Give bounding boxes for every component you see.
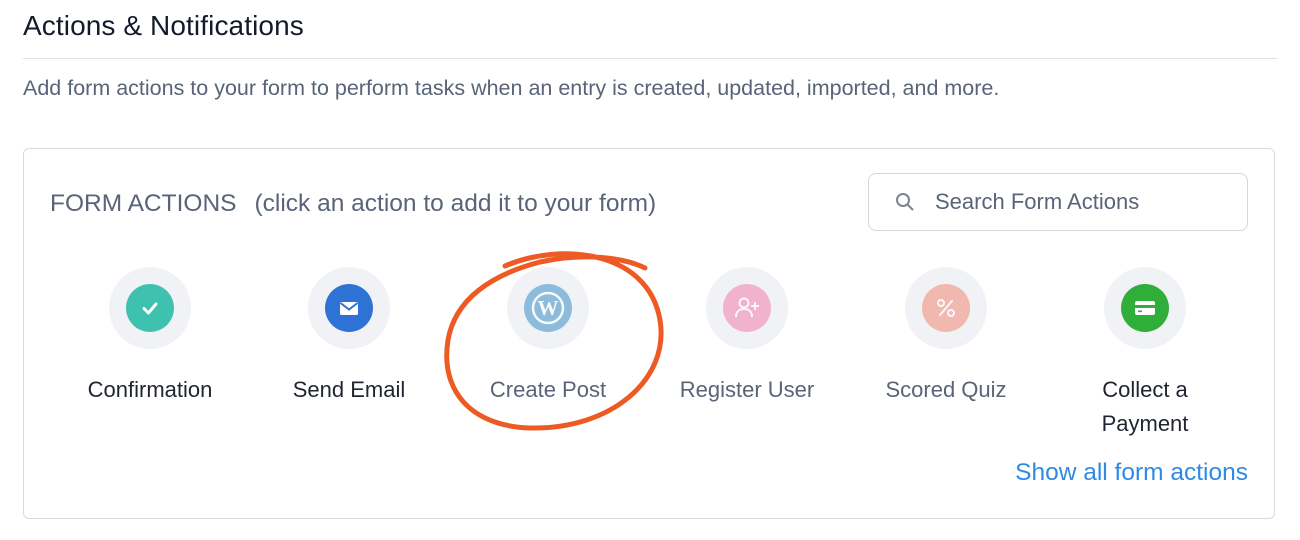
form-actions-title: FORM ACTIONS xyxy=(50,190,237,217)
title-divider xyxy=(23,58,1277,59)
action-send-email[interactable]: Send Email xyxy=(249,267,449,407)
section-title: Actions & Notifications xyxy=(23,10,304,41)
search-input[interactable] xyxy=(935,189,1225,215)
action-collect-payment[interactable]: Collect a Payment xyxy=(1045,267,1245,441)
action-label: Create Post xyxy=(489,377,607,402)
action-label: Confirmation xyxy=(87,377,213,402)
actions-notifications-page: Actions & Notifications Add form actions… xyxy=(0,0,1300,540)
action-label: Scored Quiz xyxy=(885,377,1007,402)
action-icon-circle xyxy=(1104,267,1186,349)
form-actions-hint: (click an action to add it to your form) xyxy=(254,190,657,217)
action-icon-circle xyxy=(905,267,987,349)
action-icon-circle xyxy=(308,267,390,349)
search-form-actions[interactable] xyxy=(868,173,1248,231)
action-label: Send Email xyxy=(292,377,406,402)
action-create-post[interactable]: W Create Post xyxy=(448,267,648,407)
action-scored-quiz[interactable]: Scored Quiz xyxy=(846,267,1046,407)
form-actions-panel: FORM ACTIONS (click an action to add it t… xyxy=(23,148,1275,519)
action-label: Register User xyxy=(679,377,815,402)
action-label: Collect a Payment xyxy=(1101,377,1189,436)
show-all-form-actions-link[interactable]: Show all form actions xyxy=(1015,459,1248,487)
action-icon-circle: W xyxy=(507,267,589,349)
credit-card-icon xyxy=(1121,284,1169,332)
action-icon-circle xyxy=(706,267,788,349)
percent-icon xyxy=(922,284,970,332)
svg-text:W: W xyxy=(538,296,559,320)
search-icon xyxy=(896,193,914,211)
action-register-user[interactable]: Register User xyxy=(647,267,847,407)
wordpress-icon: W xyxy=(524,284,572,332)
form-actions-heading: FORM ACTIONS (click an action to add it t… xyxy=(50,190,656,218)
add-user-icon xyxy=(723,284,771,332)
action-icon-circle xyxy=(109,267,191,349)
envelope-icon xyxy=(325,284,373,332)
check-icon xyxy=(126,284,174,332)
action-confirmation[interactable]: Confirmation xyxy=(50,267,250,407)
section-description: Add form actions to your form to perform… xyxy=(23,76,1000,100)
